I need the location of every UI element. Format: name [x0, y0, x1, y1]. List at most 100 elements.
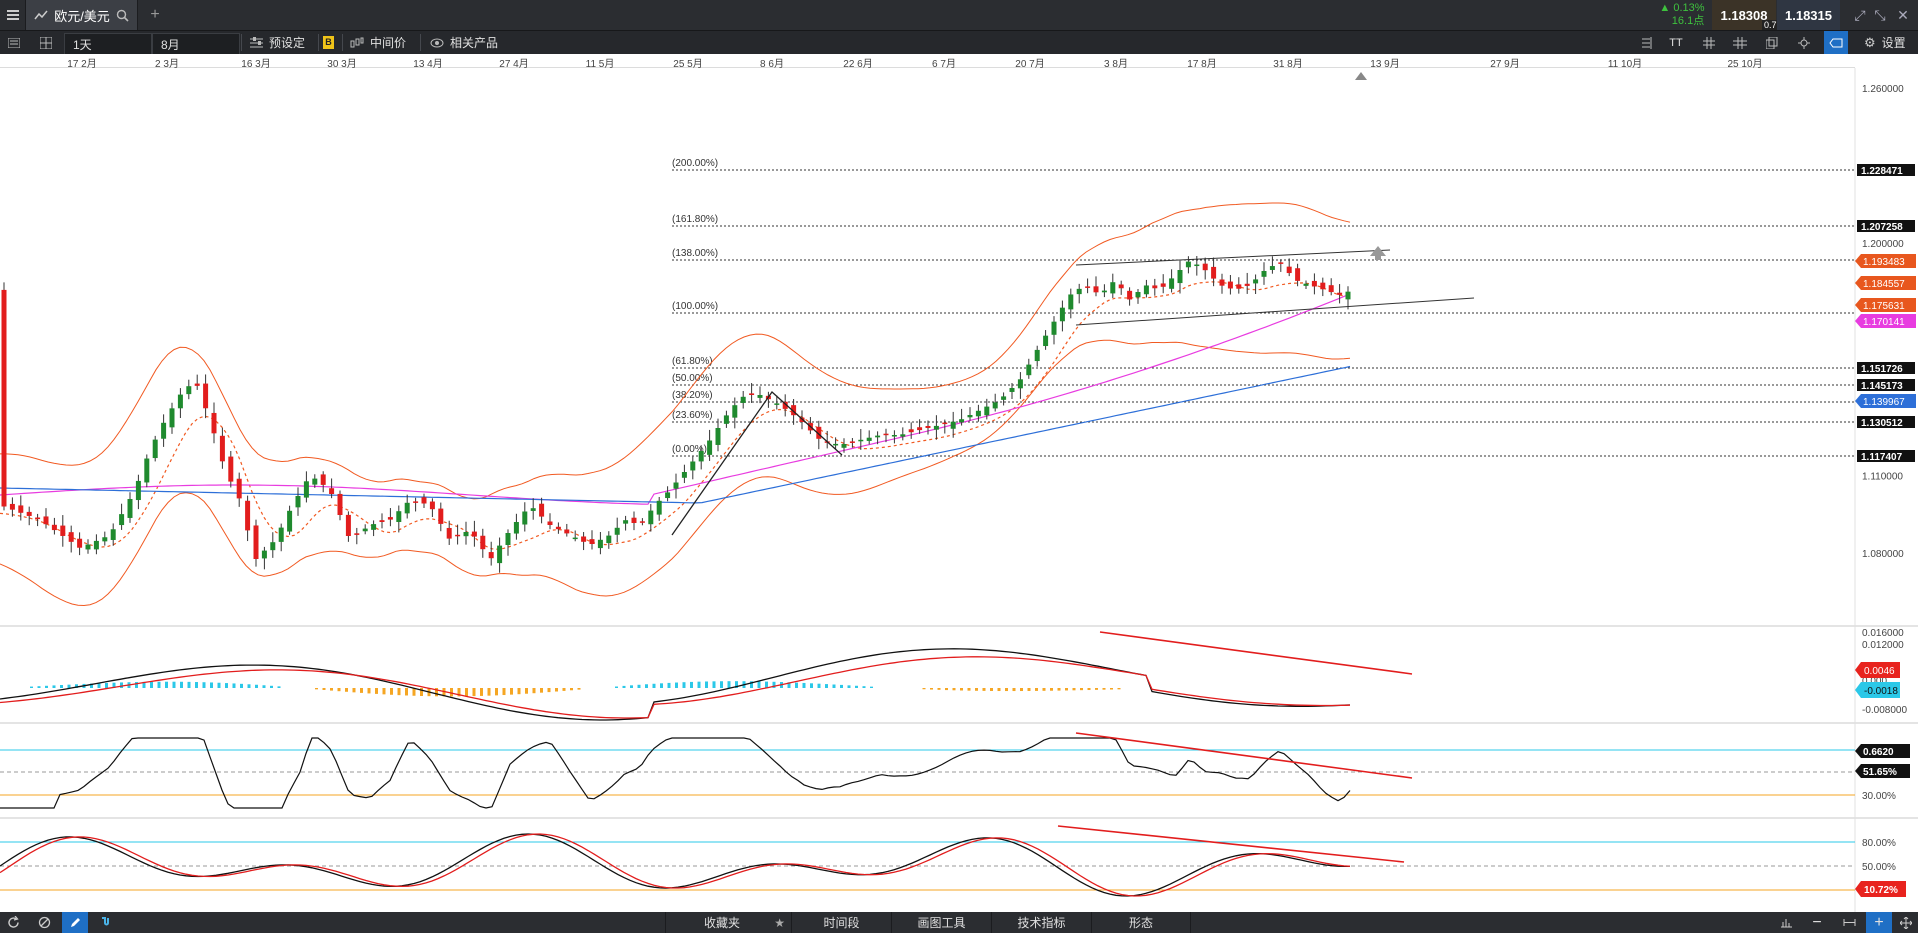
- add-tab-button[interactable]: +: [144, 0, 166, 30]
- resize-icon[interactable]: [1894, 912, 1918, 933]
- ask-button[interactable]: 1.18315: [1777, 0, 1840, 30]
- macd-histogram-bar: [990, 688, 993, 691]
- candle-body: [623, 520, 629, 524]
- arrow-up-icon: [1370, 246, 1386, 260]
- candle-body: [539, 503, 545, 517]
- macd-histogram-bar: [262, 685, 266, 688]
- zoom-in-button[interactable]: +: [1866, 912, 1892, 933]
- search-icon[interactable]: [116, 9, 129, 22]
- layout-grid-icon[interactable]: [34, 31, 58, 54]
- hamburger-icon[interactable]: [0, 0, 26, 30]
- macd-histogram-bar: [847, 685, 851, 688]
- home-marker-icon: [1355, 72, 1367, 80]
- interval-select[interactable]: 1天: [64, 33, 152, 56]
- block-icon[interactable]: [31, 912, 57, 933]
- indicators-tab[interactable]: 技术指标: [991, 912, 1091, 933]
- star-icon[interactable]: ★: [774, 916, 785, 930]
- price-tick: 1.200000: [1862, 239, 1904, 250]
- candle-body: [1202, 263, 1208, 271]
- stoch-tick: 50.00%: [1862, 862, 1896, 873]
- candle-body: [1059, 307, 1065, 322]
- candle-body: [1337, 292, 1343, 295]
- drawing-tools-tab[interactable]: 画图工具: [891, 912, 991, 933]
- macd-histogram-bar: [697, 681, 701, 688]
- candle-body: [984, 406, 990, 416]
- candle-body: [589, 539, 595, 544]
- fib-level-label: (61.80%): [672, 356, 713, 367]
- patterns-tab[interactable]: 形态: [1091, 912, 1191, 933]
- price-chart[interactable]: 1.260000 1.200000 1.110000 1.080000 (200.00%…: [0, 68, 1918, 912]
- macd-histogram-bar: [367, 688, 371, 694]
- settings-button[interactable]: ⚙ 设置: [1864, 31, 1906, 54]
- list-icon[interactable]: [2, 31, 26, 54]
- macd-histogram-bar: [240, 683, 243, 688]
- restore-icon[interactable]: ⤢: [1850, 0, 1870, 30]
- candle-body: [1034, 349, 1040, 362]
- copy-icon[interactable]: [1760, 31, 1784, 54]
- candle-body: [917, 427, 923, 431]
- indicator-list-icon[interactable]: [1634, 31, 1658, 54]
- channel-upper-line: [1075, 249, 1391, 266]
- macd-histogram-bar: [705, 681, 708, 688]
- candle-type-button[interactable]: B: [323, 31, 334, 54]
- candle-body: [597, 539, 603, 549]
- macd-histogram-bar: [757, 681, 761, 688]
- chart-tools-icon[interactable]: [1773, 912, 1799, 933]
- candle-body: [1261, 271, 1267, 277]
- candle-body: [211, 412, 217, 434]
- refresh-icon[interactable]: [0, 912, 26, 933]
- magnet-icon[interactable]: [92, 912, 118, 933]
- macd-histogram-bar: [712, 681, 716, 688]
- fib-value: 1.130512: [1861, 418, 1903, 429]
- macd-histogram-bar: [1110, 688, 1113, 690]
- macd-histogram-bar: [922, 688, 926, 690]
- tag-icon[interactable]: [1824, 31, 1848, 54]
- macd-histogram-bar: [52, 685, 56, 688]
- candle-body: [757, 395, 763, 398]
- presets-button[interactable]: 预设定: [250, 31, 305, 54]
- zoom-out-button[interactable]: −: [1804, 912, 1830, 933]
- macd-histogram-bar: [412, 688, 416, 696]
- candle-body: [1135, 292, 1141, 298]
- candle-body: [547, 521, 553, 525]
- candle-body: [127, 499, 133, 518]
- timeframe-tab[interactable]: 时间段: [791, 912, 891, 933]
- eye-icon: [430, 38, 444, 47]
- range-select[interactable]: 8月: [152, 33, 240, 56]
- midprice-button[interactable]: 中间价: [350, 31, 406, 54]
- text-size-icon[interactable]: TT: [1664, 31, 1688, 54]
- candle-body: [1328, 285, 1334, 293]
- pencil-icon[interactable]: [62, 912, 88, 933]
- candle-body: [26, 511, 32, 516]
- candle-body: [698, 451, 704, 462]
- candle-body: [329, 488, 335, 494]
- candle-body: [1093, 286, 1099, 293]
- fit-icon[interactable]: [1836, 912, 1862, 933]
- crosshair-icon[interactable]: [1792, 31, 1816, 54]
- related-products-button[interactable]: 相关产品: [430, 31, 498, 54]
- candle-body: [1311, 280, 1317, 287]
- candle-body: [51, 524, 57, 531]
- macd-histogram-bar: [855, 685, 858, 688]
- macd-histogram-bar: [172, 681, 176, 688]
- macd-histogram-bar: [165, 681, 168, 688]
- stoch-k-line: [0, 833, 1350, 897]
- tab-eurusd[interactable]: 欧元/美元: [26, 0, 138, 30]
- favorites-tab[interactable]: 收藏夹 ★: [665, 912, 791, 933]
- candle-body: [295, 496, 301, 508]
- macd-marker-value: 0.0046: [1864, 666, 1895, 677]
- macd-histogram-bar: [795, 682, 798, 688]
- candle-body: [177, 394, 183, 409]
- ma-blue: [0, 365, 1351, 504]
- grid-icon[interactable]: [1697, 31, 1721, 54]
- expand-icon[interactable]: ⤡: [1870, 0, 1890, 30]
- candle-body: [455, 534, 461, 537]
- candle-body: [119, 514, 125, 526]
- close-icon[interactable]: ✕: [1893, 0, 1913, 30]
- crosshair-grid-icon[interactable]: [1728, 31, 1752, 54]
- macd-histogram-bar: [810, 683, 813, 688]
- candle-body: [497, 545, 503, 564]
- macd-histogram-bar: [652, 683, 656, 688]
- macd-histogram-bar: [675, 682, 678, 688]
- macd-histogram-bar: [1080, 688, 1083, 691]
